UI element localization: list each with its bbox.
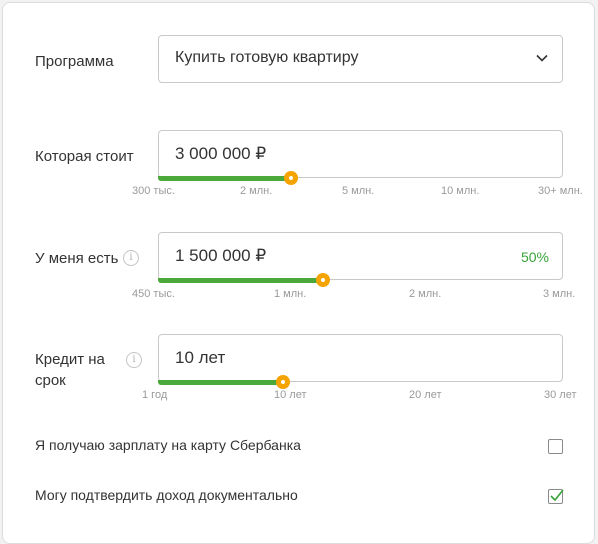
- chevron-down-icon: [535, 51, 549, 70]
- down-payment-percent: 50%: [520, 249, 549, 265]
- price-value: 3 000 000 ₽: [175, 144, 267, 163]
- down-payment-value: 1 500 000 ₽: [175, 246, 267, 265]
- checkmark-icon: [550, 489, 564, 502]
- down-payment-tick-3: 2 млн.: [409, 288, 442, 300]
- term-tick-4: 30 лет: [544, 389, 577, 401]
- term-slider-track: [158, 380, 283, 385]
- term-label-line2: срок: [35, 372, 66, 389]
- term-input[interactable]: 10 лет: [158, 334, 563, 382]
- program-select-value: Купить готовую квартиру: [175, 49, 359, 66]
- price-tick-3: 5 млн.: [342, 185, 375, 197]
- price-tick-2: 2 млн.: [240, 185, 273, 197]
- price-tick-1: 300 тыс.: [132, 185, 175, 197]
- down-payment-tick-2: 1 млн.: [274, 288, 307, 300]
- price-input[interactable]: 3 000 000 ₽: [158, 130, 563, 178]
- info-icon[interactable]: i: [126, 352, 142, 368]
- salary-card-label: Я получаю зарплату на карту Сбербанка: [35, 437, 301, 453]
- down-payment-input[interactable]: 1 500 000 ₽ 50%: [158, 232, 563, 280]
- mortgage-calculator-card: Программа Купить готовую квартиру Котора…: [2, 2, 595, 544]
- down-payment-slider-handle[interactable]: [316, 273, 330, 287]
- price-slider-track: [158, 176, 291, 181]
- price-label: Которая стоит: [35, 148, 134, 165]
- income-proof-label: Могу подтвердить доход документально: [35, 487, 298, 503]
- down-payment-tick-1: 450 тыс.: [132, 288, 175, 300]
- price-tick-5: 30+ млн.: [538, 185, 583, 197]
- down-payment-slider-track: [158, 278, 323, 283]
- term-label-line1: Кредит на: [35, 351, 105, 368]
- salary-card-checkbox[interactable]: [548, 439, 563, 454]
- price-slider-handle[interactable]: [284, 171, 298, 185]
- down-payment-label: У меня есть: [35, 250, 119, 267]
- term-tick-1: 1 год: [142, 389, 168, 401]
- term-slider-handle[interactable]: [276, 375, 290, 389]
- program-label: Программа: [35, 53, 114, 70]
- info-icon[interactable]: i: [123, 250, 139, 266]
- term-tick-2: 10 лет: [274, 389, 307, 401]
- price-tick-4: 10 млн.: [441, 185, 480, 197]
- term-value: 10 лет: [175, 348, 226, 367]
- income-proof-checkbox[interactable]: [548, 489, 564, 504]
- term-tick-3: 20 лет: [409, 389, 442, 401]
- down-payment-tick-4: 3 млн.: [543, 288, 576, 300]
- program-select[interactable]: Купить готовую квартиру: [158, 35, 563, 83]
